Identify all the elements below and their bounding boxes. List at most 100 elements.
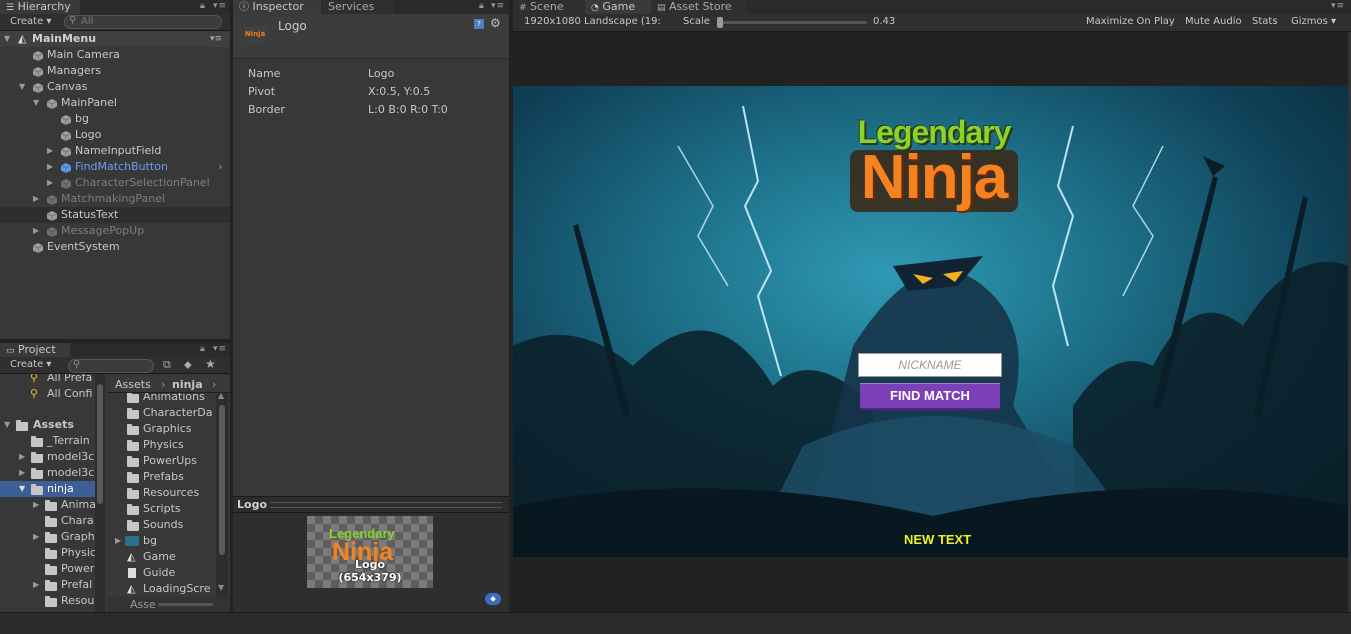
scale-slider-thumb[interactable] — [717, 17, 723, 28]
preview-drag-handle[interactable] — [270, 502, 502, 508]
collapse-arrow-icon[interactable]: ▶ — [47, 159, 53, 175]
tree-resources[interactable]: Resou — [0, 593, 95, 609]
asset-label-tag-icon[interactable]: ⬥ — [485, 593, 501, 605]
file-item-powerups[interactable]: PowerUps — [108, 453, 216, 469]
tab-asset-store[interactable]: ▤ Asset Store — [651, 0, 747, 14]
preview-header[interactable]: Logo — [233, 496, 509, 513]
tree-terrain[interactable]: _Terrain — [0, 433, 95, 449]
breadcrumb-ninja[interactable]: ninja — [172, 377, 203, 392]
file-item-prefabs[interactable]: Prefabs — [108, 469, 216, 485]
panel-menu-icon[interactable]: ▾≡ — [213, 1, 227, 11]
tree-characterdata[interactable]: Chara — [0, 513, 95, 529]
file-item-resources[interactable]: Resources — [108, 485, 216, 501]
hierarchy-item-logo[interactable]: Logo — [0, 127, 230, 143]
tree-model3c-1[interactable]: ▶ model3c — [0, 449, 95, 465]
hierarchy-item-mainpanel[interactable]: ▼ MainPanel — [0, 95, 230, 111]
tree-scrollbar-thumb[interactable] — [97, 384, 103, 504]
filter-by-label-icon[interactable]: ⬥ — [184, 358, 192, 372]
collapse-arrow-icon[interactable]: ▶ — [33, 577, 39, 593]
lock-icon[interactable]: 🔒︎ — [200, 1, 206, 11]
scale-slider[interactable] — [717, 17, 867, 28]
tree-animations[interactable]: ▶ Anima — [0, 497, 95, 513]
hierarchy-item-statustext[interactable]: StatusText — [0, 207, 230, 223]
collapse-arrow-icon[interactable]: ▶ — [33, 191, 39, 207]
collapse-arrow-icon[interactable]: ▶ — [47, 175, 53, 191]
hierarchy-item-eventsystem[interactable]: EventSystem — [0, 239, 230, 255]
collapse-arrow-icon[interactable]: ▶ — [19, 465, 25, 481]
tab-project[interactable]: ▭ Project — [0, 343, 70, 357]
hierarchy-item-bg[interactable]: bg — [0, 111, 230, 127]
collapse-arrow-icon[interactable]: ▶ — [47, 143, 53, 159]
tree-powerups[interactable]: Power — [0, 561, 95, 577]
hierarchy-create-button[interactable]: Create ▾ — [10, 15, 51, 29]
icon-size-slider[interactable] — [158, 603, 213, 606]
panel-menu-icon[interactable]: ▾≡ — [1331, 1, 1345, 11]
scroll-down-icon[interactable]: ▼ — [218, 583, 224, 592]
tree-model3c-2[interactable]: ▶ model3c — [0, 465, 95, 481]
breadcrumb-assets[interactable]: Assets — [115, 377, 151, 392]
stats-toggle[interactable]: Stats — [1252, 16, 1278, 27]
hierarchy-item-characterselectionpanel[interactable]: ▶ CharacterSelectionPanel — [0, 175, 230, 191]
lock-icon[interactable]: 🔒︎ — [200, 344, 206, 354]
hierarchy-item-main-camera[interactable]: Main Camera — [0, 47, 230, 63]
prefab-open-arrow-icon[interactable]: › — [218, 159, 222, 175]
hierarchy-item-matchmakingpanel[interactable]: ▶ MatchmakingPanel — [0, 191, 230, 207]
file-item-loadingscreen[interactable]: ◭ LoadingScre — [108, 581, 216, 597]
scene-menu-icon[interactable]: ▾≡ — [210, 31, 222, 47]
tree-prefabs[interactable]: ▶ Prefal — [0, 577, 95, 593]
file-item-characterdata[interactable]: CharacterDa — [108, 405, 216, 421]
collapse-arrow-icon[interactable]: ▶ — [115, 533, 121, 549]
tab-inspector[interactable]: ⓘ Inspector — [233, 0, 321, 14]
file-item-bg[interactable]: ▶ bg — [108, 533, 216, 549]
lock-icon[interactable]: 🔒︎ — [479, 1, 485, 11]
file-list-scrollbar-thumb[interactable] — [219, 405, 225, 555]
expand-arrow-icon[interactable]: ▼ — [4, 31, 10, 47]
file-item-scripts[interactable]: Scripts — [108, 501, 216, 517]
help-book-icon[interactable]: ? — [474, 19, 484, 29]
expand-arrow-icon[interactable]: ▼ — [33, 95, 39, 111]
tab-game[interactable]: ◔ Game — [585, 0, 657, 14]
collapse-arrow-icon[interactable]: ▶ — [33, 223, 39, 239]
file-item-physics[interactable]: Physics — [108, 437, 216, 453]
tree-ninja[interactable]: ▼ ninja — [0, 481, 95, 497]
hierarchy-item-nameinputfield[interactable]: ▶ NameInputField — [0, 143, 230, 159]
filter-by-type-icon[interactable]: ⧉ — [163, 358, 171, 372]
favorite-star-icon[interactable]: ★ — [205, 357, 216, 371]
hierarchy-item-canvas[interactable]: ▼ Canvas — [0, 79, 230, 95]
file-item-animations[interactable]: Animations — [108, 393, 216, 405]
project-search-input[interactable] — [68, 359, 154, 373]
tab-scene[interactable]: # Scene — [513, 0, 591, 14]
tab-hierarchy[interactable]: ☰ Hierarchy — [0, 0, 80, 14]
file-item-guide[interactable]: Guide — [108, 565, 216, 581]
collapse-arrow-icon[interactable]: ▶ — [33, 497, 39, 513]
project-create-button[interactable]: Create ▾ — [10, 358, 51, 372]
file-item-graphics[interactable]: Graphics — [108, 421, 216, 437]
favorite-all-configs[interactable]: ⚲ All Confi — [0, 386, 95, 402]
tree-graphics[interactable]: ▶ Graph — [0, 529, 95, 545]
expand-arrow-icon[interactable]: ▼ — [4, 417, 10, 433]
nickname-input[interactable]: NICKNAME — [858, 353, 1002, 377]
hierarchy-item-messagepopup[interactable]: ▶ MessagePopUp — [0, 223, 230, 239]
panel-menu-icon[interactable]: ▾≡ — [491, 1, 505, 11]
collapse-arrow-icon[interactable]: ▶ — [33, 529, 39, 545]
file-item-sounds[interactable]: Sounds — [108, 517, 216, 533]
hierarchy-item-findmatchbutton[interactable]: ▶ FindMatchButton › — [0, 159, 230, 175]
find-match-button[interactable]: FIND MATCH — [860, 383, 1000, 410]
scroll-up-icon[interactable]: ▲ — [218, 391, 224, 400]
resolution-dropdown[interactable]: 1920x1080 Landscape (19: — [524, 16, 661, 27]
mute-audio-toggle[interactable]: Mute Audio — [1185, 16, 1242, 27]
scene-row[interactable]: ▼ ◭ MainMenu ▾≡ — [0, 31, 230, 47]
hierarchy-search-input[interactable]: All — [64, 15, 222, 29]
expand-arrow-icon[interactable]: ▼ — [19, 481, 25, 497]
game-canvas[interactable]: Legendary Ninja NICKNAME FIND MATCH — [513, 86, 1349, 557]
tree-assets[interactable]: ▼ Assets — [0, 417, 95, 433]
tree-physics[interactable]: Physic — [0, 545, 95, 561]
expand-arrow-icon[interactable]: ▼ — [19, 79, 25, 95]
panel-menu-icon[interactable]: ▾≡ — [213, 344, 227, 354]
favorite-all-prefabs[interactable]: ⚲ All Prefa — [0, 374, 95, 386]
tab-services[interactable]: Services — [322, 0, 394, 14]
hierarchy-item-managers[interactable]: Managers — [0, 63, 230, 79]
settings-gear-icon[interactable]: ⚙ — [490, 16, 501, 30]
tree-scrollbar[interactable] — [95, 374, 105, 612]
collapse-arrow-icon[interactable]: ▶ — [19, 449, 25, 465]
